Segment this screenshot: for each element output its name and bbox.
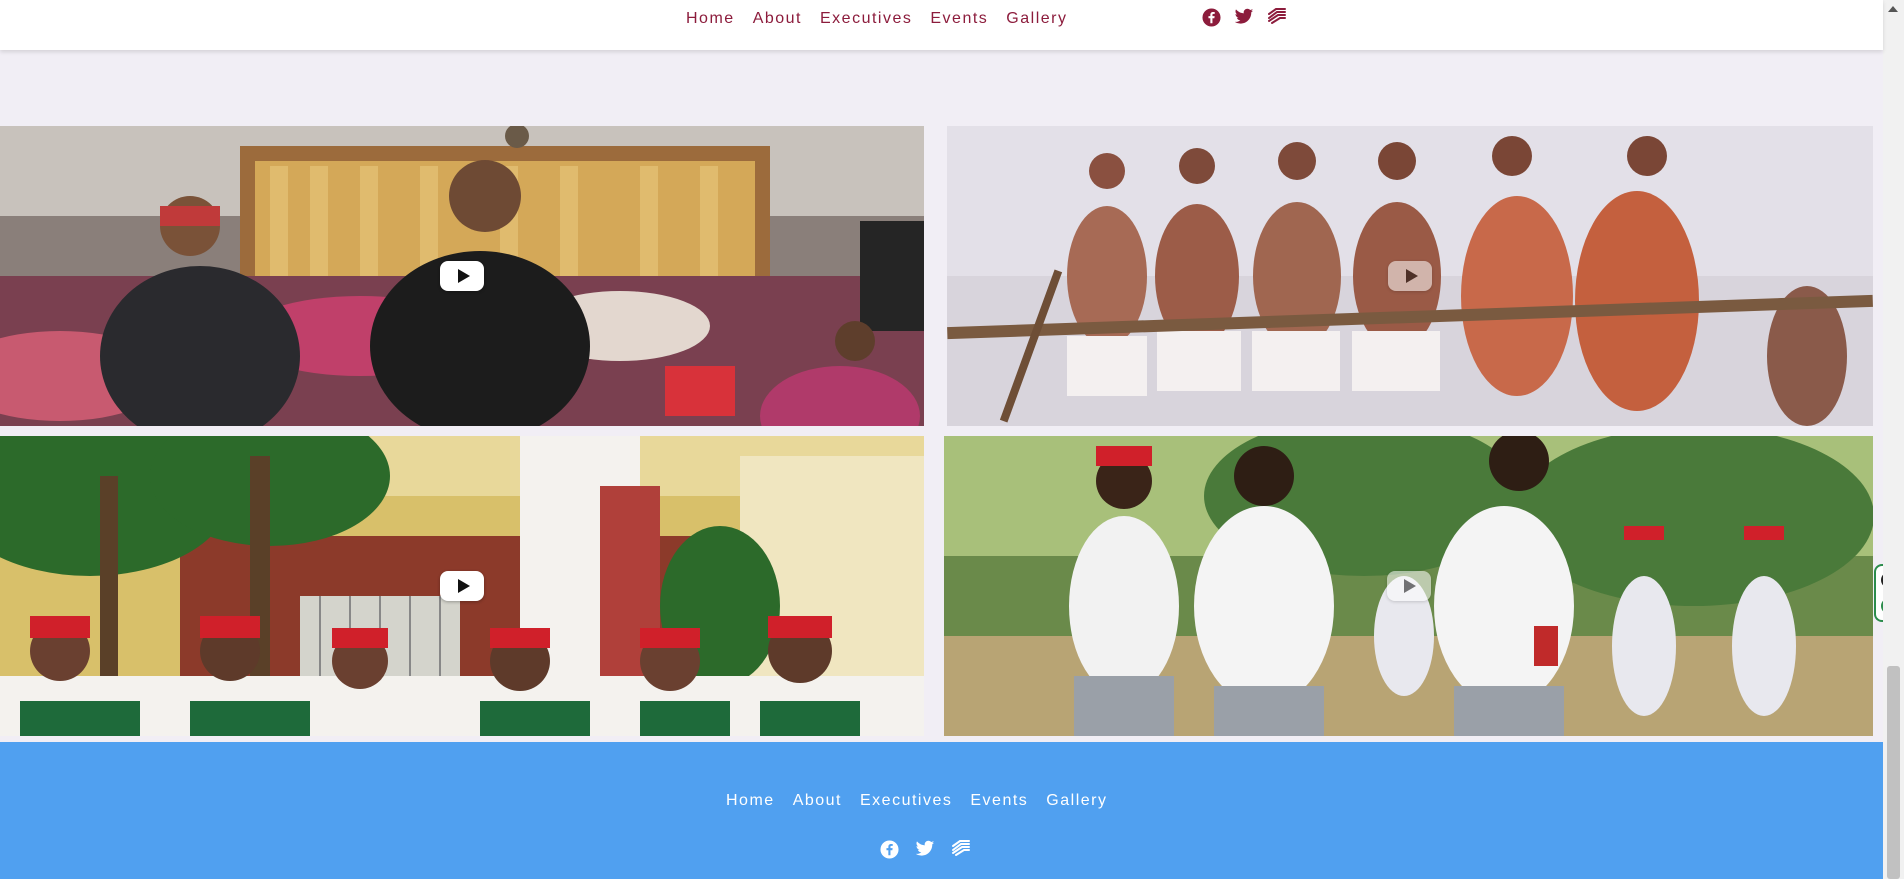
footer-social-links — [880, 840, 971, 859]
facebook-icon[interactable] — [880, 840, 899, 859]
play-button[interactable] — [1386, 571, 1431, 601]
twitter-icon[interactable] — [1234, 8, 1254, 27]
nav-link-executives[interactable]: Executives — [820, 10, 912, 28]
play-button[interactable] — [440, 261, 484, 291]
scrollbar-thumb[interactable] — [1887, 666, 1900, 879]
footer-link-executives[interactable]: Executives — [860, 792, 952, 810]
video-thumbnail-field-dancers[interactable] — [944, 436, 1873, 736]
footer-link-events[interactable]: Events — [970, 792, 1028, 810]
play-button[interactable] — [1388, 261, 1432, 291]
page-scrollbar[interactable] — [1883, 0, 1904, 879]
scroll-up-icon[interactable] — [1888, 6, 1898, 12]
nav-link-about[interactable]: About — [753, 10, 802, 28]
top-navigation: Home About Executives Events Gallery — [0, 0, 1883, 50]
footer-link-gallery[interactable]: Gallery — [1046, 792, 1107, 810]
video-thumbnail-celebration[interactable] — [0, 126, 924, 426]
play-button[interactable] — [440, 571, 484, 601]
nav-link-events[interactable]: Events — [930, 10, 988, 28]
video-thumbnail-seated-men[interactable] — [0, 436, 924, 736]
top-social-links — [1202, 8, 1287, 27]
nav-link-gallery[interactable]: Gallery — [1006, 10, 1067, 28]
facebook-icon[interactable] — [1202, 8, 1221, 27]
page-footer: Home About Executives Events Gallery — [0, 742, 1883, 879]
play-icon — [1405, 269, 1418, 283]
top-nav-links: Home About Executives Events Gallery — [686, 10, 1067, 28]
footer-link-about[interactable]: About — [793, 792, 842, 810]
nav-link-home[interactable]: Home — [686, 10, 735, 28]
play-icon — [1404, 579, 1416, 593]
layers-icon[interactable] — [1267, 8, 1287, 27]
footer-nav-links: Home About Executives Events Gallery — [726, 792, 1107, 810]
video-thumbnail-dancers[interactable] — [947, 126, 1873, 426]
play-icon — [457, 579, 470, 593]
footer-link-home[interactable]: Home — [726, 792, 775, 810]
play-icon — [457, 269, 470, 283]
twitter-icon[interactable] — [915, 840, 935, 859]
layers-icon[interactable] — [951, 840, 971, 859]
